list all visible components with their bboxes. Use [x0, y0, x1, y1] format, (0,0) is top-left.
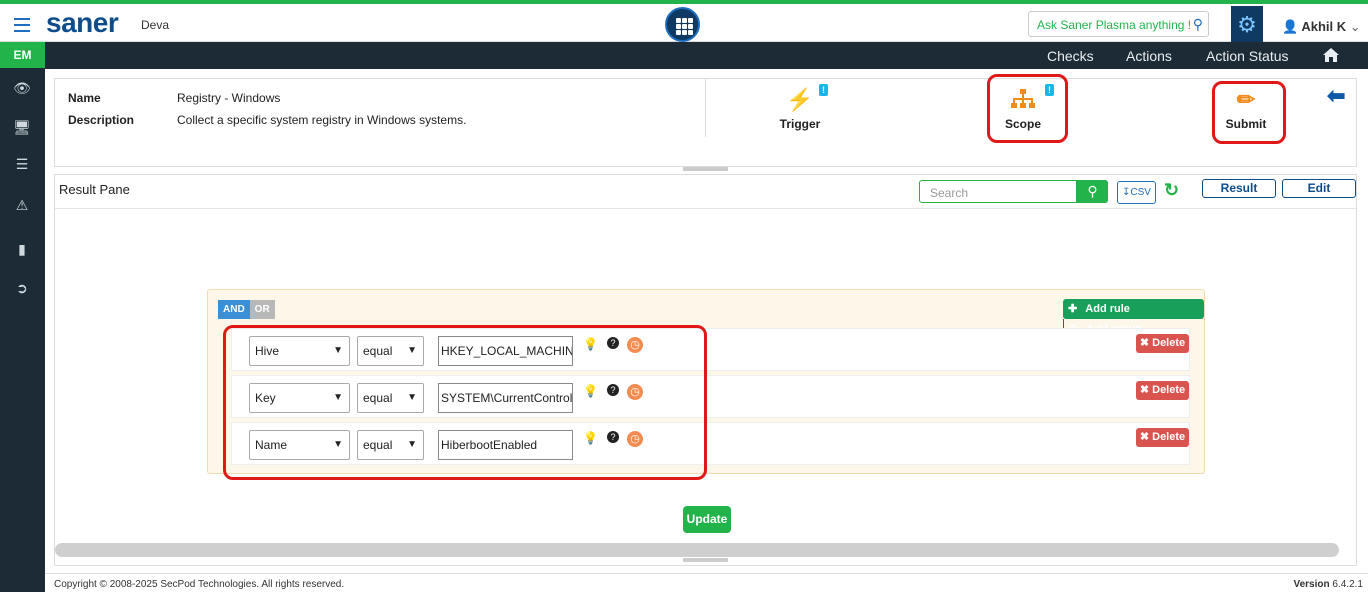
user-menu[interactable]: 👤 Akhil K ⌄: [1282, 19, 1361, 35]
delete-label: Delete: [1152, 384, 1186, 396]
saner-logo[interactable]: saner: [46, 7, 119, 39]
delete-label: Delete: [1152, 431, 1186, 443]
divider: [705, 79, 706, 137]
ask-saner-placeholder: Ask Saner Plasma anything !: [1037, 18, 1192, 32]
name-label: Name: [68, 91, 101, 105]
update-button[interactable]: Update: [683, 506, 731, 533]
scope-highlight: [987, 74, 1068, 143]
nav-bar: Checks Actions Action Status: [45, 42, 1368, 69]
search-button[interactable]: ⚲: [1077, 180, 1108, 203]
nav-action-status[interactable]: Action Status: [1206, 48, 1289, 64]
version-number: 6.4.2.1: [1332, 579, 1363, 590]
add-rule-button[interactable]: ✚ Add rule: [1063, 299, 1140, 319]
add-buttons: ✚ Add rule⊕ Add group: [1063, 299, 1204, 339]
delete-rule-button[interactable]: ✖ Delete: [1136, 334, 1189, 353]
apps-grid-icon[interactable]: [665, 7, 700, 42]
sidebar: EM 👁 🖥 ☰ ⚠ ▮ ➲: [0, 42, 45, 592]
top-bar: saner Deva Ask Saner Plasma anything ! ⚲…: [0, 0, 1368, 43]
pane-divider: [55, 208, 1356, 209]
book-icon[interactable]: ▮: [12, 239, 32, 259]
edit-button[interactable]: Edit: [1282, 179, 1356, 198]
em-badge[interactable]: EM: [0, 42, 45, 68]
search-input[interactable]: Search: [919, 180, 1077, 203]
user-name: Akhil K: [1301, 19, 1347, 34]
ask-saner-input[interactable]: Ask Saner Plasma anything ! ⚲: [1028, 11, 1209, 37]
trigger-button[interactable]: ⚡ Trigger: [777, 87, 823, 131]
rules-highlight: [223, 325, 707, 480]
settings-gear-icon[interactable]: ⚙: [1231, 6, 1263, 43]
or-button[interactable]: OR: [249, 300, 275, 319]
result-pane-title: Result Pane: [59, 182, 130, 197]
add-rule-label: Add rule: [1085, 303, 1130, 315]
delete-rule-button[interactable]: ✖ Delete: [1136, 381, 1189, 400]
list-icon[interactable]: ☰: [12, 154, 32, 174]
copyright-text: Copyright © 2008-2025 SecPod Technologie…: [54, 579, 345, 590]
trigger-alert-badge: !: [819, 84, 828, 96]
trigger-label: Trigger: [779, 117, 821, 131]
version-text: Version 6.4.2.1: [1293, 579, 1363, 590]
submit-highlight: [1212, 81, 1286, 144]
delete-label: Delete: [1152, 337, 1186, 349]
csv-download-button[interactable]: ↧CSV: [1117, 181, 1156, 204]
version-label: Version: [1293, 579, 1330, 590]
resize-handle[interactable]: [683, 167, 728, 171]
delete-rule-button[interactable]: ✖ Delete: [1136, 428, 1189, 447]
home-icon[interactable]: [1322, 47, 1340, 63]
search-icon: ⚲: [1087, 183, 1098, 199]
hamburger-menu-icon[interactable]: [14, 18, 30, 32]
nav-actions[interactable]: Actions: [1126, 48, 1172, 64]
description-label: Description: [68, 113, 135, 127]
nav-checks[interactable]: Checks: [1047, 48, 1094, 64]
action-details-card: Name Registry - Windows Description Coll…: [54, 74, 1357, 167]
search-placeholder: Search: [930, 186, 969, 200]
query-builder: ANDOR ✚ Add rule⊕ Add group Hive▼ equal▼…: [207, 289, 1205, 480]
and-or-toggle: AND OR: [218, 300, 275, 319]
eye-icon[interactable]: 👁: [12, 78, 32, 98]
search-icon[interactable]: ⚲: [1193, 16, 1203, 33]
and-button[interactable]: AND: [218, 300, 250, 319]
horizontal-scrollbar[interactable]: [55, 543, 1339, 557]
monitor-icon[interactable]: 🖥: [12, 117, 32, 137]
back-arrow-icon[interactable]: ⬅: [1327, 83, 1345, 109]
description-value: Collect a specific system registry in Wi…: [177, 113, 467, 127]
csv-label: CSV: [1130, 187, 1151, 198]
user-icon: 👤: [1282, 19, 1299, 34]
organization-name[interactable]: Deva: [141, 18, 169, 32]
chevron-down-icon: ⌄: [1349, 19, 1361, 34]
warning-icon[interactable]: ⚠: [12, 195, 32, 215]
result-button[interactable]: Result: [1202, 179, 1276, 198]
result-pane: Result Pane Search ⚲ ↧CSV ↻ Result Edit …: [54, 174, 1357, 566]
lightning-icon: ⚡: [786, 87, 814, 112]
resize-handle-bottom[interactable]: [683, 558, 728, 562]
name-value: Registry - Windows: [177, 91, 281, 105]
logout-icon[interactable]: ➲: [12, 278, 32, 298]
refresh-icon[interactable]: ↻: [1164, 180, 1179, 201]
footer: Copyright © 2008-2025 SecPod Technologie…: [45, 573, 1368, 592]
